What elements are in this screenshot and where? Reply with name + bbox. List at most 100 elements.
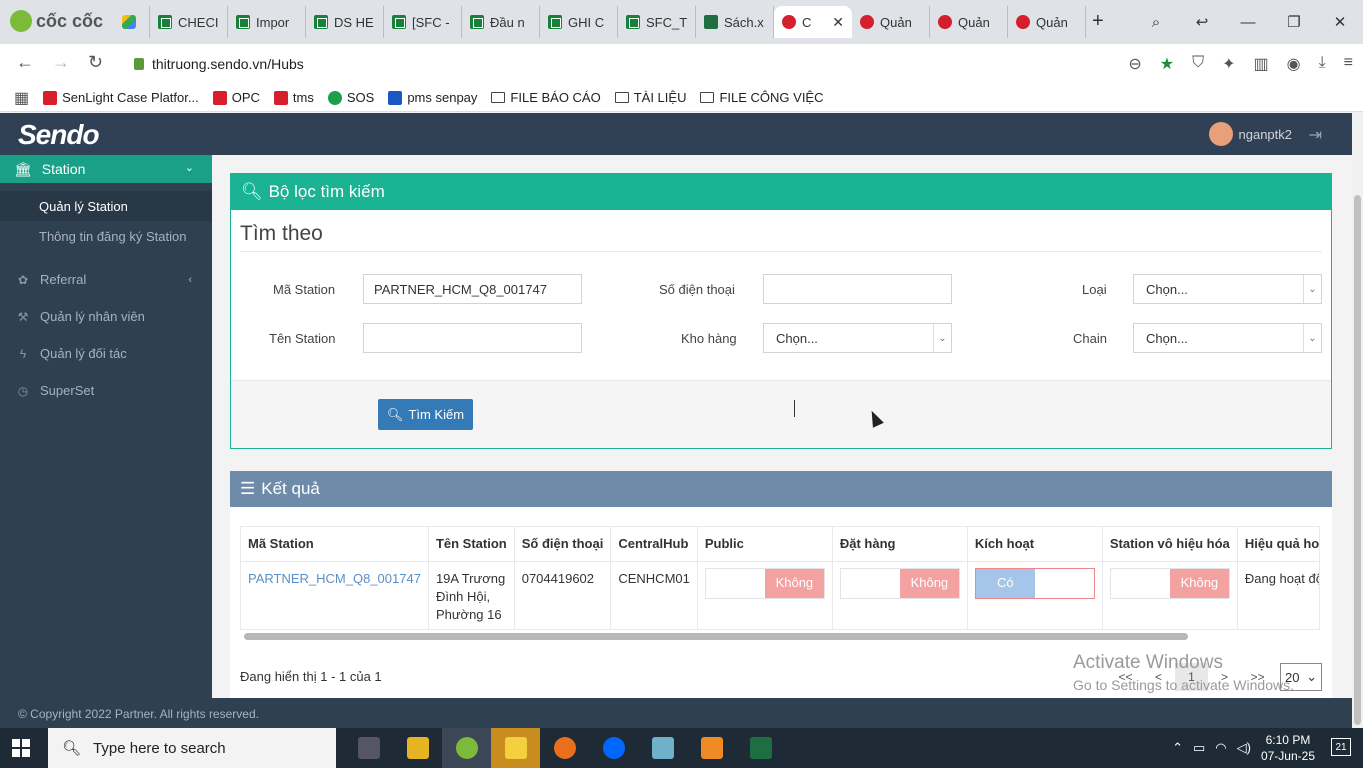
task-view-icon[interactable] bbox=[344, 728, 393, 768]
logout-icon[interactable]: ⇥ bbox=[1309, 125, 1322, 145]
tab-sheet[interactable]: Đầu n bbox=[462, 6, 540, 38]
horizontal-scrollbar[interactable] bbox=[244, 633, 1188, 640]
url-bar[interactable]: thitruong.sendo.vn/Hubs bbox=[120, 49, 1160, 79]
close-tab-icon[interactable]: ✕ bbox=[832, 14, 844, 31]
col-hieu-qua[interactable]: Hiệu quả hoạt bbox=[1237, 527, 1319, 562]
reload-icon[interactable]: ↻ bbox=[88, 52, 103, 73]
col-vo-hieu-hoa[interactable]: Station vô hiệu hóa bbox=[1102, 527, 1238, 562]
sticky-notes-icon[interactable] bbox=[491, 728, 540, 768]
dat-hang-toggle[interactable]: Không bbox=[839, 567, 960, 599]
tab-sheet[interactable]: Impor bbox=[228, 6, 306, 38]
sendo-logo[interactable]: Sendo bbox=[18, 119, 100, 151]
ultraviewer-icon[interactable] bbox=[540, 728, 589, 768]
zalo-icon[interactable] bbox=[589, 728, 638, 768]
back-history-icon[interactable]: ↩ bbox=[1179, 0, 1225, 44]
sidebar-icon[interactable]: ▥ bbox=[1253, 54, 1268, 74]
sidebar-item-quan-ly-doi-tac[interactable]: ϟ Quản lý đối tác bbox=[0, 335, 212, 372]
bookmark-item[interactable]: FILE CÔNG VIỆC bbox=[700, 90, 824, 105]
file-explorer-icon[interactable] bbox=[393, 728, 442, 768]
search-button[interactable]: 🔍︎ Tìm Kiếm bbox=[378, 399, 473, 430]
kich-hoat-toggle[interactable]: Có bbox=[974, 567, 1095, 599]
bookmark-item[interactable]: SenLight Case Platfor... bbox=[43, 90, 199, 105]
wifi-icon[interactable]: ◠ bbox=[1215, 740, 1226, 756]
col-public[interactable]: Public bbox=[697, 527, 833, 562]
volume-icon[interactable]: ◁) bbox=[1237, 740, 1251, 756]
filter-subheading: Tìm theo bbox=[240, 222, 323, 245]
bookmark-item[interactable]: TÀI LIỆU bbox=[614, 90, 686, 105]
restore-icon[interactable]: ❐ bbox=[1271, 0, 1317, 44]
public-toggle[interactable]: Không bbox=[704, 567, 825, 599]
col-central-hub[interactable]: CentralHub bbox=[610, 527, 698, 562]
results-table-wrapper[interactable]: Mã Station Tên Station Số điện thoại Cen… bbox=[240, 526, 1320, 630]
menu-icon[interactable]: ≡ bbox=[1344, 54, 1353, 74]
sidebar-item-label: Quản lý đối tác bbox=[40, 346, 127, 361]
sidebar-item-referral[interactable]: ✿ Referral ‹ bbox=[0, 261, 212, 298]
ten-station-label: Tên Station bbox=[269, 331, 336, 346]
scrollbar-thumb[interactable] bbox=[1354, 195, 1361, 725]
new-tab-icon[interactable]: + bbox=[1092, 10, 1104, 33]
bookmark-star-icon[interactable]: ★ bbox=[1160, 54, 1174, 74]
notepad-icon[interactable] bbox=[638, 728, 687, 768]
sidebar-item-superset[interactable]: ◷ SuperSet bbox=[0, 372, 212, 409]
vertical-scrollbar[interactable] bbox=[1352, 113, 1363, 728]
tab-sheet[interactable]: [SFC - bbox=[384, 6, 462, 38]
extensions-icon[interactable]: ✦ bbox=[1222, 54, 1235, 74]
user-menu[interactable]: nganptk2 bbox=[1208, 122, 1292, 146]
vo-hieu-hoa-toggle[interactable]: Không bbox=[1109, 567, 1230, 599]
tab-excel[interactable]: Sách.x bbox=[696, 6, 774, 38]
sidebar-item-station[interactable]: 🏛 Station ⌄ bbox=[0, 155, 220, 183]
ma-station-input[interactable]: PARTNER_HCM_Q8_001747 bbox=[363, 274, 582, 304]
tab-sheet[interactable]: CHECI bbox=[150, 6, 228, 38]
back-icon[interactable]: ← bbox=[16, 52, 34, 73]
tab-search-icon[interactable]: ⌕ bbox=[1133, 0, 1179, 44]
tab-sheet[interactable]: SFC_T bbox=[618, 6, 696, 38]
loai-select[interactable]: Chọn... ⌄ bbox=[1133, 274, 1322, 304]
sidebar-item-quan-ly-nhan-vien[interactable]: ⚒ Quản lý nhân viên bbox=[0, 298, 212, 335]
col-so-dien-thoai[interactable]: Số điện thoại bbox=[514, 527, 612, 562]
clock[interactable]: 6:10 PM 07-Jun-25 bbox=[1261, 732, 1315, 764]
col-dat-hang[interactable]: Đặt hàng bbox=[832, 527, 968, 562]
forward-icon[interactable]: → bbox=[52, 52, 70, 73]
ten-station-input[interactable] bbox=[363, 323, 582, 353]
col-ten-station[interactable]: Tên Station bbox=[428, 527, 515, 562]
bank-icon: 🏛 bbox=[14, 160, 32, 177]
close-window-icon[interactable]: ✕ bbox=[1317, 0, 1363, 44]
excel-icon[interactable] bbox=[736, 728, 785, 768]
zoom-out-icon[interactable]: ⊖ bbox=[1128, 54, 1141, 74]
battery-icon[interactable]: ▭ bbox=[1193, 740, 1205, 756]
chain-select[interactable]: Chọn... ⌄ bbox=[1133, 323, 1322, 353]
tab-active[interactable]: C ✕ bbox=[774, 6, 852, 38]
taskbar-search[interactable]: 🔍︎ Type here to search bbox=[48, 728, 336, 768]
so-dien-thoai-input[interactable] bbox=[763, 274, 952, 304]
bookmark-item[interactable]: FILE BÁO CÁO bbox=[491, 90, 601, 105]
profile-icon[interactable]: ◉ bbox=[1287, 54, 1301, 74]
windows-start-icon[interactable] bbox=[12, 739, 30, 757]
col-ma-station[interactable]: Mã Station bbox=[241, 527, 429, 562]
shield-icon[interactable]: ⛉ bbox=[1192, 54, 1204, 74]
cell-ma-station-link[interactable]: PARTNER_HCM_Q8_001747 bbox=[241, 561, 429, 629]
download-icon[interactable]: ⤓ bbox=[1319, 54, 1326, 74]
bookmark-item[interactable]: SOS bbox=[327, 90, 374, 105]
chevron-down-icon: ⌄ bbox=[1306, 669, 1317, 684]
tab-sendo[interactable]: Quản bbox=[930, 6, 1008, 38]
coccoc-taskbar-icon[interactable] bbox=[442, 728, 491, 768]
sidebar-subitem-quan-ly-station[interactable]: Quản lý Station bbox=[0, 191, 212, 221]
bookmark-item[interactable]: tms bbox=[273, 90, 314, 105]
tab-sendo[interactable]: Quản bbox=[852, 6, 930, 38]
tab-label: Sách.x bbox=[724, 14, 764, 30]
kho-hang-select[interactable]: Chọn... ⌄ bbox=[763, 323, 952, 353]
notification-icon[interactable]: 21 bbox=[1331, 738, 1351, 756]
bookmark-item[interactable]: OPC bbox=[212, 90, 260, 105]
sublime-icon[interactable] bbox=[687, 728, 736, 768]
tab-sendo[interactable]: Quản bbox=[1008, 6, 1086, 38]
coccoc-logo[interactable]: cốc cốc bbox=[10, 10, 103, 32]
chevron-up-icon[interactable]: ⌃ bbox=[1172, 740, 1183, 756]
tab-sheet[interactable]: GHI C bbox=[540, 6, 618, 38]
tab-drive[interactable] bbox=[114, 6, 150, 38]
sidebar-subitem-thong-tin-dang-ky[interactable]: Thông tin đăng ký Station bbox=[0, 221, 212, 251]
apps-grid-icon[interactable]: ▦ bbox=[14, 88, 29, 108]
tab-sheet[interactable]: DS HE bbox=[306, 6, 384, 38]
col-kich-hoat[interactable]: Kích hoạt bbox=[967, 527, 1103, 562]
minimize-icon[interactable]: — bbox=[1225, 0, 1271, 44]
bookmark-item[interactable]: pms senpay bbox=[388, 90, 477, 105]
